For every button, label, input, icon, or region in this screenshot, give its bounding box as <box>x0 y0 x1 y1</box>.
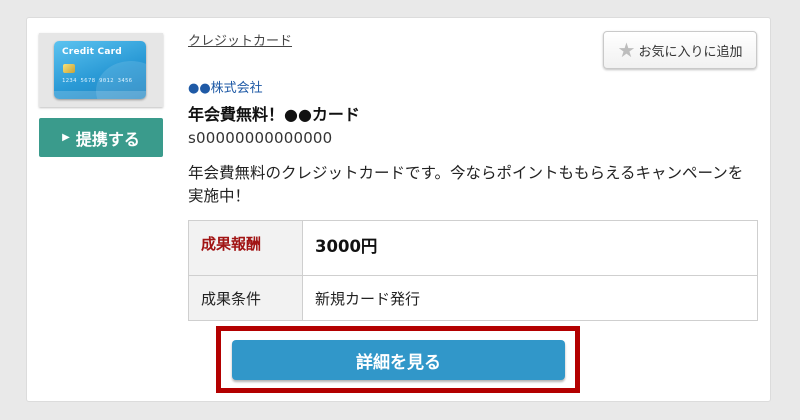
partner-button[interactable]: ▶ 提携する <box>39 118 163 157</box>
card-brand-text: Credit Card <box>62 47 122 57</box>
condition-value: 新規カード発行 <box>302 275 758 321</box>
card-stripe <box>54 91 146 99</box>
program-code: s00000000000000 <box>188 129 333 147</box>
company-name: ●●株式会社 <box>188 81 263 96</box>
add-favorite-label: お気に入りに追加 <box>638 44 743 60</box>
program-description: 年会費無料のクレジットカードです。今ならポイントももらえるキャンペーンを実施中！ <box>188 164 744 205</box>
table-row: 成果報酬 3000円 <box>188 220 758 276</box>
table-row: 成果条件 新規カード発行 <box>188 275 758 321</box>
highlight-frame: 詳細を見る <box>216 326 580 393</box>
credit-card-image: Credit Card 1234 5678 9012 3456 <box>54 41 146 99</box>
terms-table: 成果報酬 3000円 成果条件 新規カード発行 <box>188 220 758 321</box>
add-favorite-button[interactable]: ★ お気に入りに追加 <box>603 31 757 69</box>
reward-value: 3000円 <box>302 220 758 276</box>
card-number-text: 1234 5678 9012 3456 <box>62 78 133 84</box>
condition-label: 成果条件 <box>188 275 303 321</box>
product-thumbnail: Credit Card 1234 5678 9012 3456 <box>39 33 163 107</box>
play-triangle-icon: ▶ <box>62 132 70 143</box>
reward-label: 成果報酬 <box>188 220 303 276</box>
card-chip-icon <box>63 64 75 73</box>
view-details-button[interactable]: 詳細を見る <box>232 340 565 380</box>
partner-button-label: 提携する <box>75 129 140 149</box>
category-link[interactable]: クレジットカード <box>188 30 292 49</box>
product-title: 年会費無料！●●カード <box>188 105 360 124</box>
star-icon: ★ <box>617 38 636 62</box>
